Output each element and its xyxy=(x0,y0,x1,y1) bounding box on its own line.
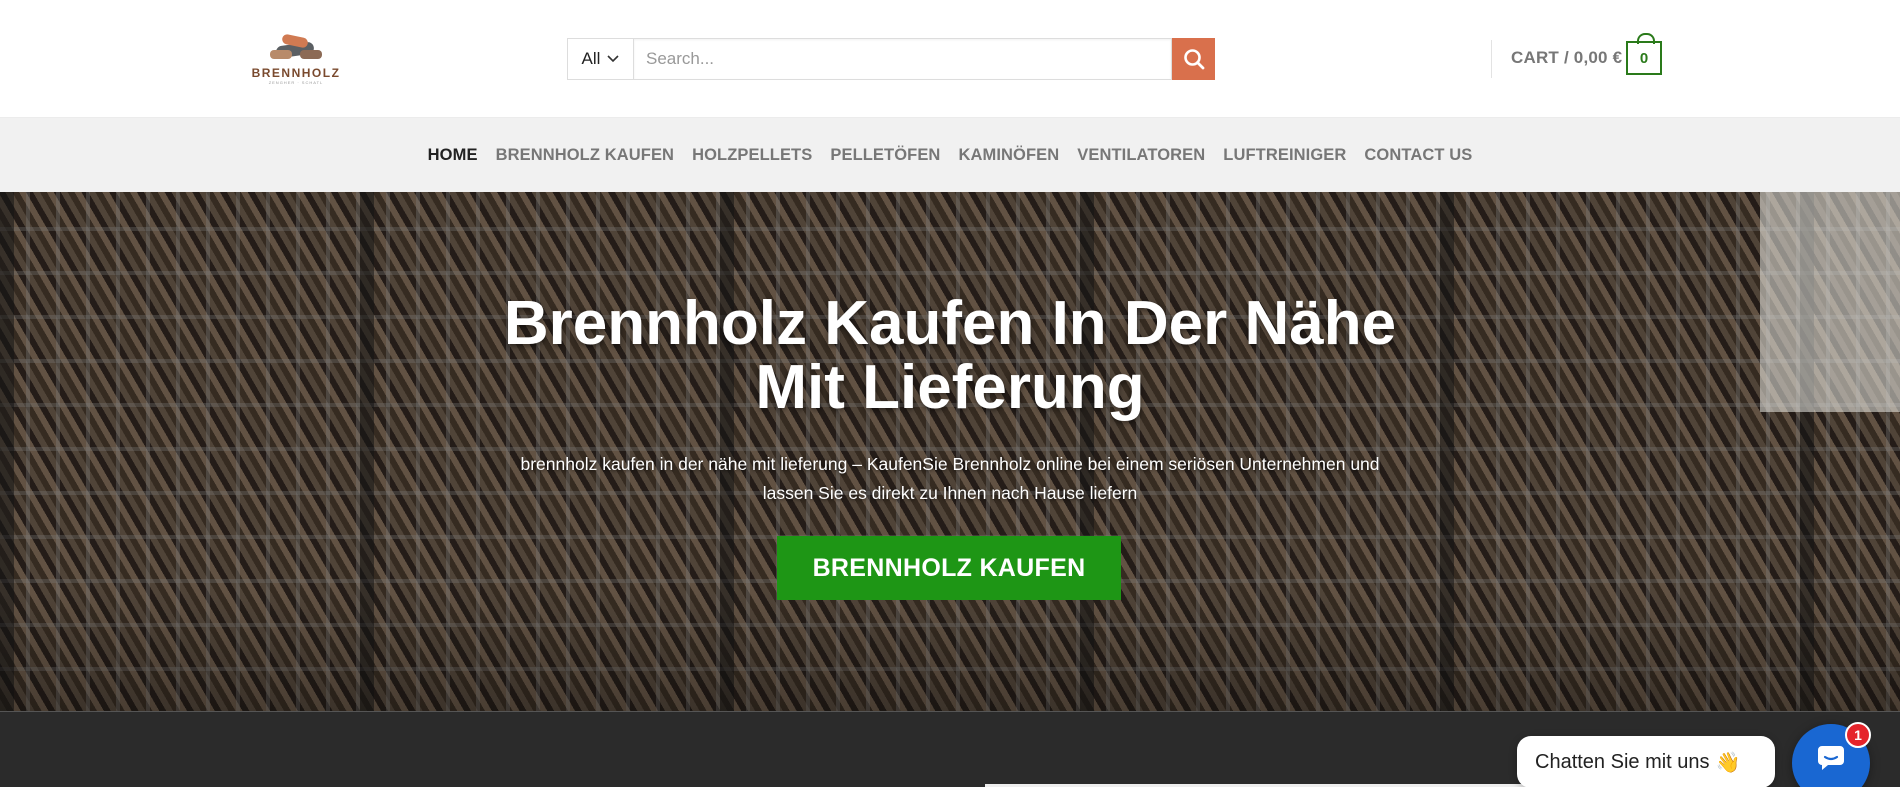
search-category-label: All xyxy=(581,49,601,68)
chat-notification-badge: 1 xyxy=(1845,722,1871,748)
wave-emoji-icon: 👋 xyxy=(1715,751,1741,774)
search-bar: All Search... xyxy=(567,38,1215,80)
cart-count: 0 xyxy=(1639,49,1649,67)
cart-link[interactable]: CART / 0,00 € xyxy=(1511,48,1622,68)
hero-title-line2: Mit Lieferung xyxy=(755,353,1145,422)
hero-title-line1: Brennholz Kaufen In Der Nähe xyxy=(503,289,1397,358)
search-icon xyxy=(1183,49,1204,70)
logo-subtext: ZENGHER · SCHATL xyxy=(268,80,324,85)
nav-item-brennholz-kaufen[interactable]: BRENNHOLZ KAUFEN xyxy=(496,146,675,165)
nav-item-pelletoefen[interactable]: PELLETÖFEN xyxy=(830,146,940,165)
site-header: BRENNHOLZ ZENGHER · SCHATL All Search...… xyxy=(0,0,1900,118)
search-input[interactable]: Search... xyxy=(633,38,1172,80)
chat-icon xyxy=(1818,746,1844,770)
nav-item-kaminoefen[interactable]: KAMINÖFEN xyxy=(958,146,1059,165)
hero-title: Brennholz Kaufen In Der Nähe Mit Lieferu… xyxy=(0,292,1900,420)
nav-item-ventilatoren[interactable]: VENTILATOREN xyxy=(1077,146,1205,165)
main-nav: HOME BRENNHOLZ KAUFEN HOLZPELLETS PELLET… xyxy=(0,118,1900,192)
search-button[interactable] xyxy=(1172,38,1215,80)
nav-item-home[interactable]: HOME xyxy=(428,146,478,165)
nav-item-holzpellets[interactable]: HOLZPELLETS xyxy=(692,146,812,165)
nav-item-contact-us[interactable]: CONTACT US xyxy=(1364,146,1472,165)
hero-subtitle-line1: brennholz kaufen in der nähe mit lieferu… xyxy=(520,454,1380,474)
chat-greeting-bubble[interactable]: Chatten Sie mit uns 👋 xyxy=(1517,736,1775,787)
search-category-select[interactable]: All xyxy=(567,38,633,80)
logo-text: BRENNHOLZ xyxy=(251,66,341,80)
hero-banner: Brennholz Kaufen In Der Nähe Mit Lieferu… xyxy=(0,192,1900,711)
brand-logo-icon xyxy=(270,34,322,59)
header-divider xyxy=(1491,40,1492,78)
hero-subtitle: brennholz kaufen in der nähe mit lieferu… xyxy=(500,450,1400,508)
search-placeholder: Search... xyxy=(646,49,715,68)
nav-item-luftreiniger[interactable]: LUFTREINIGER xyxy=(1223,146,1346,165)
hero-subtitle-line2: lassen Sie es direkt zu Ihnen nach Hause… xyxy=(762,483,1138,503)
hero-cta-button[interactable]: BRENNHOLZ KAUFEN xyxy=(777,536,1121,600)
cart-icon[interactable]: 0 xyxy=(1626,33,1662,75)
chevron-down-icon xyxy=(607,55,620,63)
chat-greeting-text: Chatten Sie mit uns xyxy=(1535,750,1710,773)
brand-logo[interactable]: BRENNHOLZ ZENGHER · SCHATL xyxy=(250,30,342,86)
